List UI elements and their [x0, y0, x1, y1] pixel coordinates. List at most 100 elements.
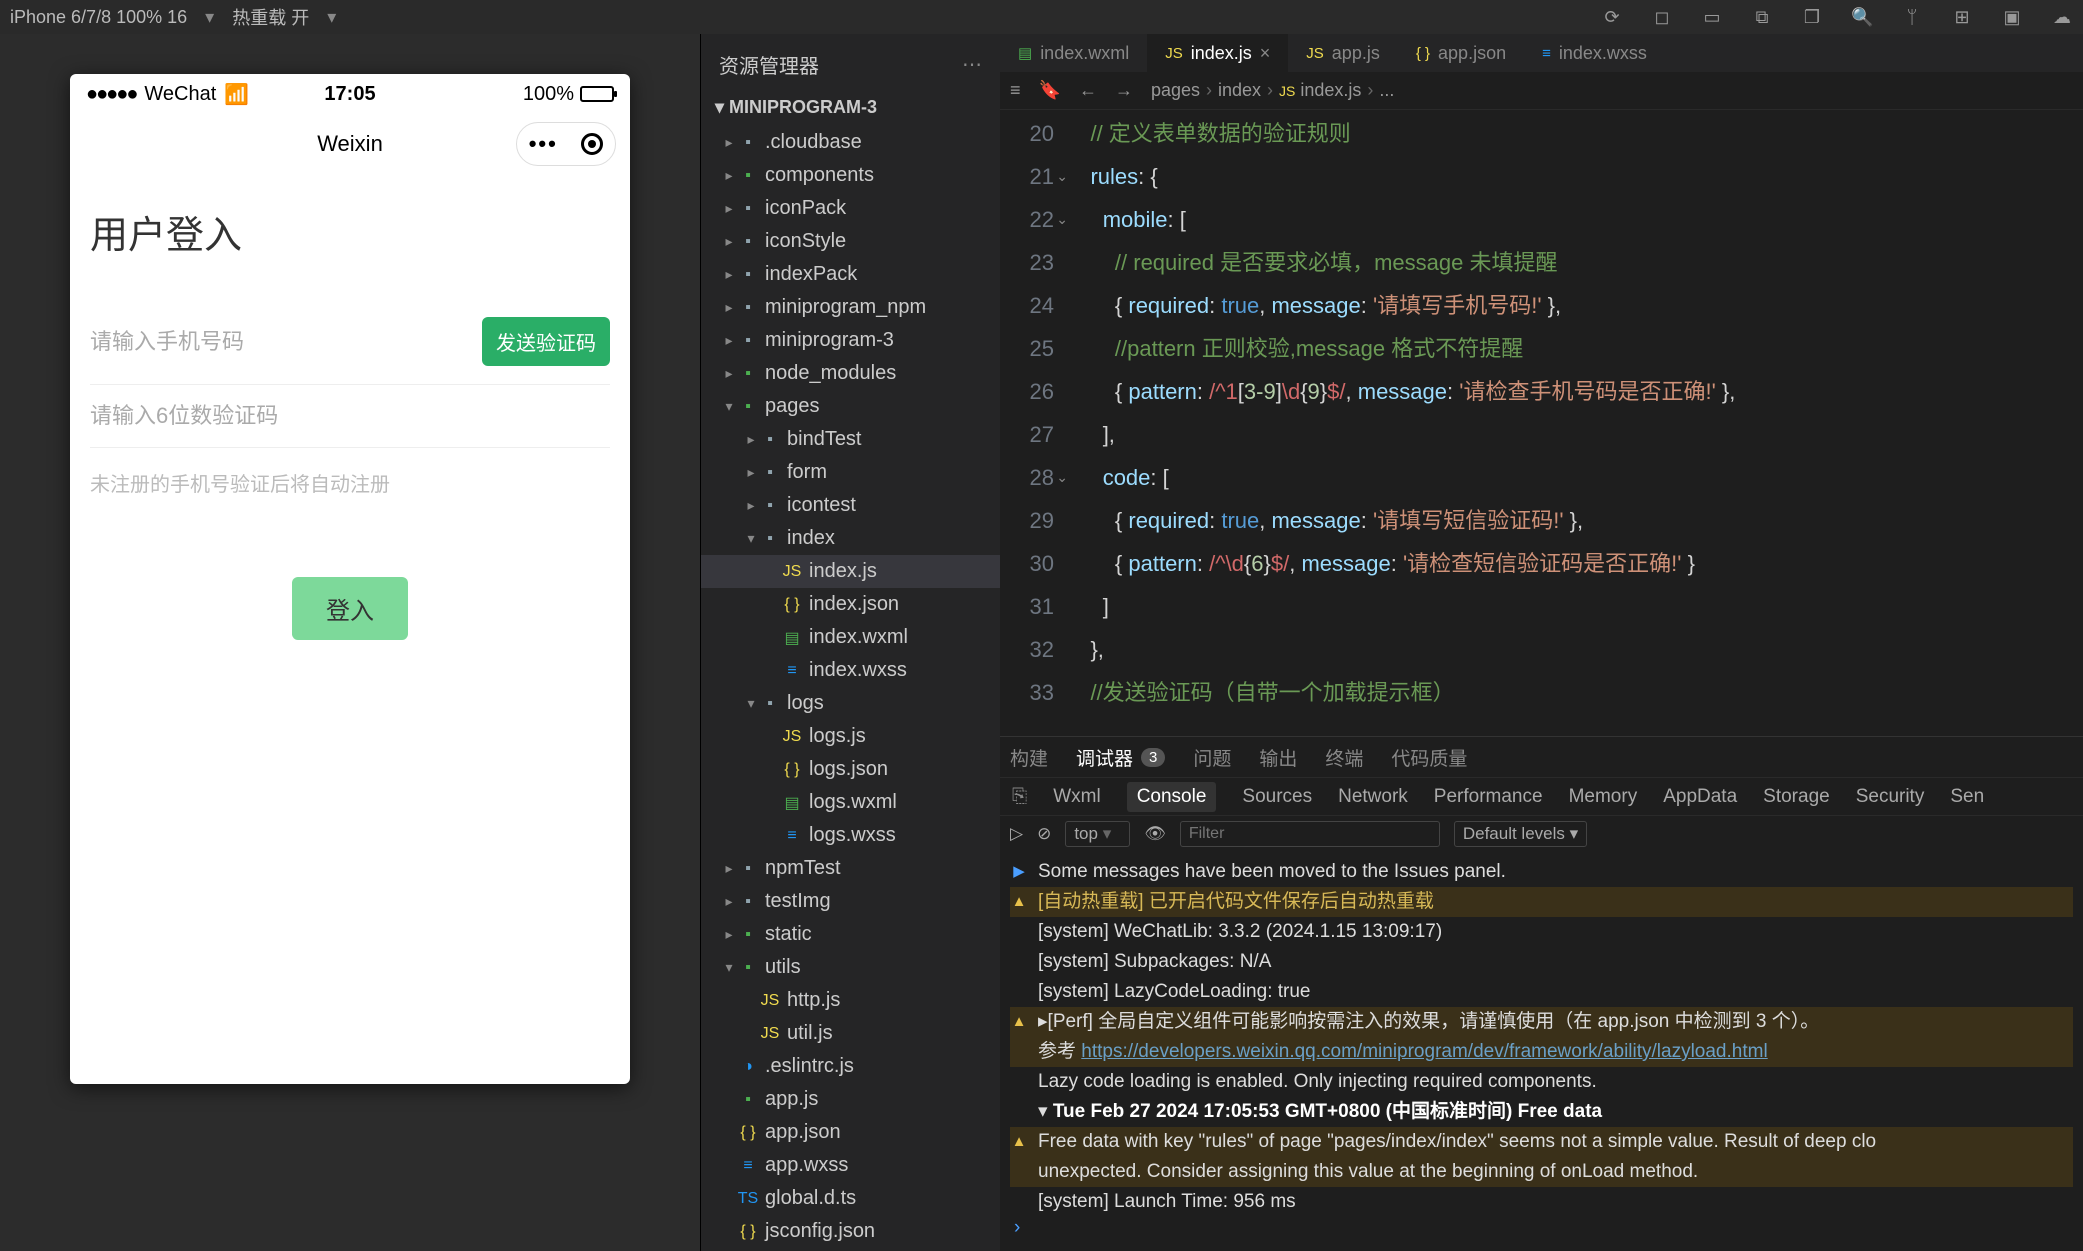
bottom-tabs: 构建 调试器 3 问题 输出 终端 代码质量 — [1000, 737, 2083, 777]
copy-icon[interactable]: ⧉ — [1751, 7, 1773, 28]
tree-item[interactable]: ≡index.wxss — [701, 654, 1000, 687]
bottom-tab[interactable]: 终端 — [1325, 744, 1363, 771]
tree-item[interactable]: ▾▪pages — [701, 390, 1000, 423]
devtools-tab[interactable]: Network — [1338, 786, 1408, 808]
tree-item[interactable]: ▸▪npmTest — [701, 852, 1000, 885]
tree-item[interactable]: ▸▪indexPack — [701, 258, 1000, 291]
tree-item[interactable]: { }index.json — [701, 588, 1000, 621]
gutter: 2021⌄22⌄232425262728⌄2930313233 — [1000, 110, 1066, 736]
file-tree: ▸▪.cloudbase▸▪components▸▪iconPack▸▪icon… — [701, 126, 1000, 1251]
filter-input[interactable] — [1180, 821, 1440, 847]
multi-icon[interactable]: ❐ — [1801, 7, 1823, 28]
devtools-tab[interactable]: Security — [1856, 786, 1925, 808]
branch-icon[interactable]: ᛘ — [1901, 7, 1923, 28]
login-button[interactable]: 登入 — [292, 577, 408, 640]
tree-item[interactable]: ▸▪static — [701, 918, 1000, 951]
devtools-tab[interactable]: Storage — [1763, 786, 1830, 808]
bookmark-icon[interactable]: 🔖 — [1039, 80, 1061, 101]
device-icon[interactable]: ▭ — [1701, 7, 1723, 28]
cloud-icon[interactable]: ☁ — [2051, 7, 2073, 28]
devtools-tabs: ⎘ Wxml Console Sources Network Performance Me… — [1000, 777, 2083, 815]
tree-item[interactable]: ▸▪bindTest — [701, 423, 1000, 456]
tree-item[interactable]: ▾▪logs — [701, 687, 1000, 720]
menu-icon[interactable]: ••• — [529, 131, 558, 157]
tree-item[interactable]: ▪app.js — [701, 1083, 1000, 1116]
devtools-tab[interactable]: AppData — [1663, 786, 1737, 808]
editor-tab[interactable]: ≡index.wxss — [1524, 34, 1665, 72]
phone-input[interactable] — [90, 329, 482, 355]
bottom-tab[interactable]: 输出 — [1259, 744, 1297, 771]
device-selector[interactable]: iPhone 6/7/8 100% 16 — [10, 7, 187, 28]
tree-item[interactable]: ≡logs.wxss — [701, 819, 1000, 852]
hotreload-toggle[interactable]: 热重载 开 — [232, 4, 309, 30]
tree-item[interactable]: ▸▪miniprogram_npm — [701, 291, 1000, 324]
breadcrumb[interactable]: pages›index›JS index.js›... — [1151, 80, 1394, 101]
editor-pane: ▤index.wxmlJSindex.js×JSapp.js{ }app.jso… — [1000, 34, 2083, 1251]
inspect-icon[interactable]: ⎘ — [1012, 786, 1027, 808]
tree-item[interactable]: JSutil.js — [701, 1017, 1000, 1050]
devtools-tab[interactable]: Wxml — [1053, 786, 1100, 808]
console-row: Lazy code loading is enabled. Only injec… — [1010, 1067, 2073, 1097]
tree-item[interactable]: ≡app.wxss — [701, 1149, 1000, 1182]
bottom-tab[interactable]: 构建 — [1010, 744, 1048, 771]
stop-icon[interactable]: ◻ — [1651, 7, 1673, 28]
devtools-tab[interactable]: Console — [1127, 782, 1217, 812]
close-ring-icon[interactable] — [581, 133, 603, 155]
devtools-tab[interactable]: Sen — [1950, 786, 1984, 808]
tree-item[interactable]: ▤logs.wxml — [701, 786, 1000, 819]
tree-item[interactable]: ▾▪utils — [701, 951, 1000, 984]
project-root[interactable]: ▾ MINIPROGRAM-3 — [701, 89, 1000, 126]
eye-icon[interactable]: 👁 — [1144, 824, 1166, 844]
tree-item[interactable]: ▸▪miniprogram-3 — [701, 324, 1000, 357]
tree-item[interactable]: ▸▪iconPack — [701, 192, 1000, 225]
tree-item[interactable]: ▤index.wxml — [701, 621, 1000, 654]
more-icon[interactable]: ⋯ — [962, 52, 982, 77]
clock: 17:05 — [70, 83, 630, 106]
tree-item[interactable]: ▸▪form — [701, 456, 1000, 489]
console-output: ▶Some messages have been moved to the Is… — [1000, 851, 2083, 1251]
tree-item[interactable]: ▸▪.cloudbase — [701, 126, 1000, 159]
editor-tab[interactable]: ▤index.wxml — [1000, 34, 1147, 72]
scope-select[interactable]: top ▾ — [1065, 821, 1130, 847]
bottom-tab[interactable]: 代码质量 — [1391, 744, 1467, 771]
console-row: ▾ Tue Feb 27 2024 17:05:53 GMT+0800 (中国标… — [1010, 1097, 2073, 1127]
devtools-tab[interactable]: Sources — [1242, 786, 1312, 808]
box-icon[interactable]: ▣ — [2001, 7, 2023, 28]
tree-item[interactable]: JShttp.js — [701, 984, 1000, 1017]
code-editor[interactable]: 2021⌄22⌄232425262728⌄2930313233 // 定义表单数… — [1000, 110, 2083, 736]
devtools-tab[interactable]: Memory — [1569, 786, 1638, 808]
tree-item[interactable]: JSindex.js — [701, 555, 1000, 588]
tree-item[interactable]: ▸▪components — [701, 159, 1000, 192]
refresh-icon[interactable]: ⟳ — [1601, 7, 1623, 28]
tree-item[interactable]: ▸▪node_modules — [701, 357, 1000, 390]
send-code-button[interactable]: 发送验证码 — [482, 317, 610, 366]
tree-item[interactable]: { }app.json — [701, 1116, 1000, 1149]
tree-item[interactable]: ▸▪icontest — [701, 489, 1000, 522]
page-content: 用户登入 发送验证码 未注册的手机号验证后将自动注册 登入 — [70, 174, 630, 1084]
console-row: ▲Free data with key "rules" of page "pag… — [1010, 1127, 2073, 1187]
devtools-tab[interactable]: Performance — [1434, 786, 1543, 808]
tree-item[interactable]: JSlogs.js — [701, 720, 1000, 753]
tree-item[interactable]: { }jsconfig.json — [701, 1215, 1000, 1248]
tree-item[interactable]: ▸▪iconStyle — [701, 225, 1000, 258]
play-icon[interactable]: ▷ — [1010, 824, 1023, 844]
editor-tab[interactable]: JSapp.js — [1288, 34, 1398, 72]
editor-tab[interactable]: JSindex.js× — [1147, 34, 1288, 72]
tree-item[interactable]: ◑.eslintrc.js — [701, 1050, 1000, 1083]
tree-item[interactable]: TSglobal.d.ts — [701, 1182, 1000, 1215]
log-levels[interactable]: Default levels ▾ — [1454, 821, 1587, 847]
tree-item[interactable]: ▾▪index — [701, 522, 1000, 555]
back-icon[interactable]: ← — [1079, 80, 1097, 101]
tree-item[interactable]: { }logs.json — [701, 753, 1000, 786]
capsule-button[interactable]: ••• — [516, 122, 616, 166]
clear-icon[interactable]: ⊘ — [1037, 824, 1051, 844]
tree-item[interactable]: ▸▪testImg — [701, 885, 1000, 918]
fwd-icon[interactable]: → — [1115, 80, 1133, 101]
bottom-tab[interactable]: 问题 — [1193, 744, 1231, 771]
code-input[interactable] — [90, 403, 610, 429]
ext-icon[interactable]: ⊞ — [1951, 7, 1973, 28]
list-icon[interactable]: ≡ — [1010, 80, 1021, 101]
bottom-tab[interactable]: 调试器 3 — [1076, 744, 1165, 771]
search-icon[interactable]: 🔍 — [1851, 7, 1873, 28]
editor-tab[interactable]: { }app.json — [1398, 34, 1524, 72]
